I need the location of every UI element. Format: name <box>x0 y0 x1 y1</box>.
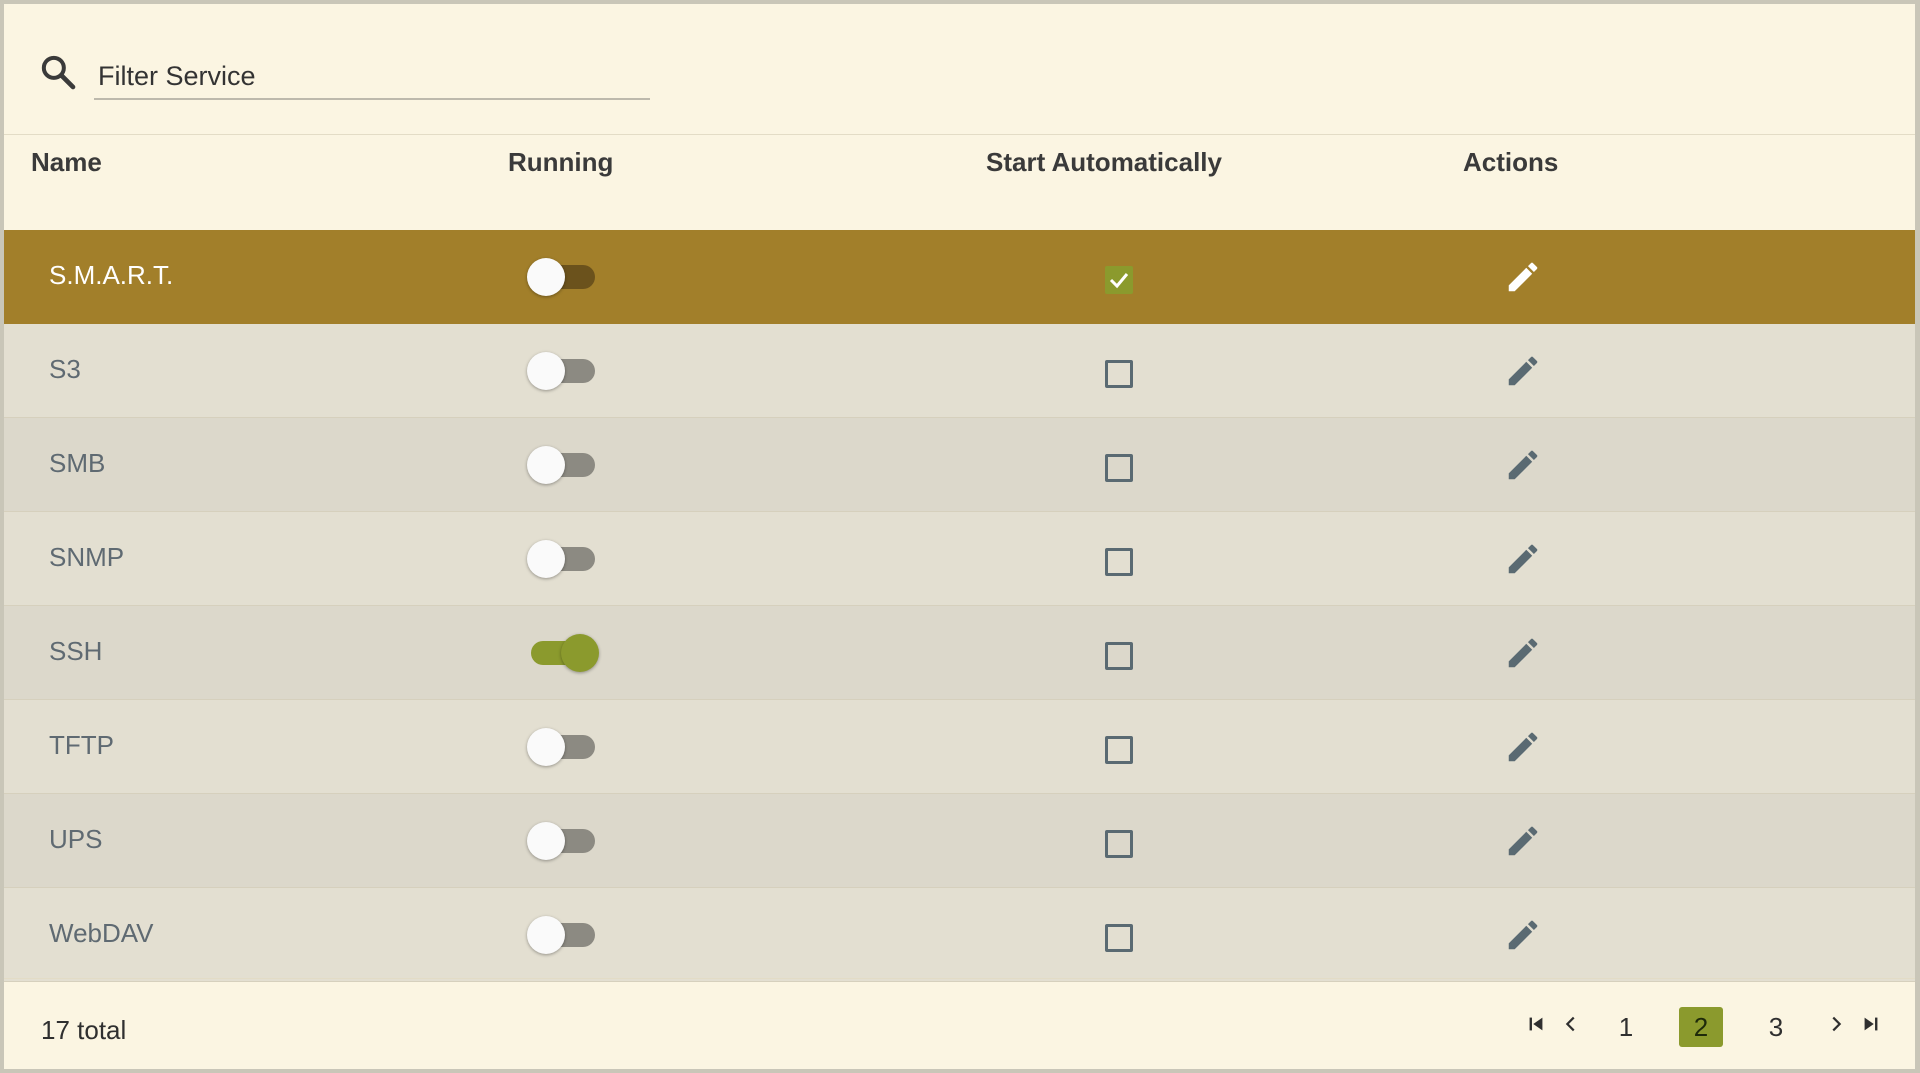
page-1-button[interactable]: 1 <box>1604 1007 1648 1047</box>
toggle-thumb <box>527 728 565 766</box>
toggle-thumb <box>561 634 599 672</box>
pencil-icon[interactable] <box>1504 916 1542 954</box>
service-name: TFTP <box>49 730 114 760</box>
chevron-left-icon[interactable] <box>1560 1013 1582 1035</box>
pencil-icon[interactable] <box>1504 446 1542 484</box>
filter-service-input[interactable] <box>94 54 650 100</box>
first-page-icon[interactable] <box>1525 1013 1547 1035</box>
toggle-thumb <box>527 540 565 578</box>
service-name: WebDAV <box>49 918 154 948</box>
pencil-icon[interactable] <box>1504 822 1542 860</box>
toggle-thumb <box>527 446 565 484</box>
table-header: Name Running Start Automatically Actions <box>4 135 1915 229</box>
running-toggle[interactable] <box>527 915 599 955</box>
running-toggle[interactable] <box>527 445 599 485</box>
running-toggle[interactable] <box>527 539 599 579</box>
start-automatically-checkbox[interactable] <box>1105 266 1133 294</box>
checkmark-icon <box>1109 273 1129 289</box>
service-name: SMB <box>49 448 106 478</box>
service-name: S.M.A.R.T. <box>49 260 174 290</box>
service-name: S3 <box>49 354 81 384</box>
table-row[interactable]: SNMP <box>4 512 1915 606</box>
column-header-start-automatically[interactable]: Start Automatically <box>986 147 1222 178</box>
start-automatically-checkbox[interactable] <box>1105 454 1133 482</box>
start-automatically-checkbox[interactable] <box>1105 830 1133 858</box>
table-row[interactable]: S.M.A.R.T. <box>4 230 1915 324</box>
toggle-thumb <box>527 352 565 390</box>
table-row[interactable]: UPS <box>4 794 1915 888</box>
service-name: SNMP <box>49 542 125 572</box>
search-icon <box>41 55 76 90</box>
service-name: SSH <box>49 636 103 666</box>
pencil-icon[interactable] <box>1504 634 1542 672</box>
services-panel: Name Running Start Automatically Actions… <box>4 4 1915 1069</box>
pencil-icon[interactable] <box>1504 258 1542 296</box>
table-row[interactable]: S3 <box>4 324 1915 418</box>
pencil-icon[interactable] <box>1504 728 1542 766</box>
running-toggle[interactable] <box>527 257 599 297</box>
toggle-thumb <box>527 822 565 860</box>
start-automatically-checkbox[interactable] <box>1105 924 1133 952</box>
table-row[interactable]: WebDAV <box>4 888 1915 982</box>
start-automatically-checkbox[interactable] <box>1105 736 1133 764</box>
column-header-running[interactable]: Running <box>508 147 613 178</box>
table-row[interactable]: TFTP <box>4 700 1915 794</box>
page-3-button[interactable]: 3 <box>1754 1007 1798 1047</box>
toggle-thumb <box>527 916 565 954</box>
running-toggle[interactable] <box>527 351 599 391</box>
pencil-icon[interactable] <box>1504 352 1542 390</box>
pencil-icon[interactable] <box>1504 540 1542 578</box>
start-automatically-checkbox[interactable] <box>1105 642 1133 670</box>
column-header-name[interactable]: Name <box>31 147 102 178</box>
toggle-thumb <box>527 258 565 296</box>
page-2-button[interactable]: 2 <box>1679 1007 1723 1047</box>
running-toggle[interactable] <box>527 727 599 767</box>
service-name: UPS <box>49 824 103 854</box>
chevron-right-icon[interactable] <box>1825 1013 1847 1035</box>
running-toggle[interactable] <box>527 821 599 861</box>
start-automatically-checkbox[interactable] <box>1105 548 1133 576</box>
column-header-actions: Actions <box>1463 147 1559 177</box>
total-count: 17 total <box>41 1015 127 1045</box>
table-row[interactable]: SMB <box>4 418 1915 512</box>
last-page-icon[interactable] <box>1860 1013 1882 1035</box>
start-automatically-checkbox[interactable] <box>1105 360 1133 388</box>
running-toggle[interactable] <box>527 633 599 673</box>
table-row[interactable]: SSH <box>4 606 1915 700</box>
table-footer: 17 total 1 2 3 <box>4 978 1915 1069</box>
filter-bar <box>4 4 1915 135</box>
services-table-body: S.M.A.R.T. S3 SMB SNMP SSH TFTP UPS WebDAV <box>4 230 1915 982</box>
